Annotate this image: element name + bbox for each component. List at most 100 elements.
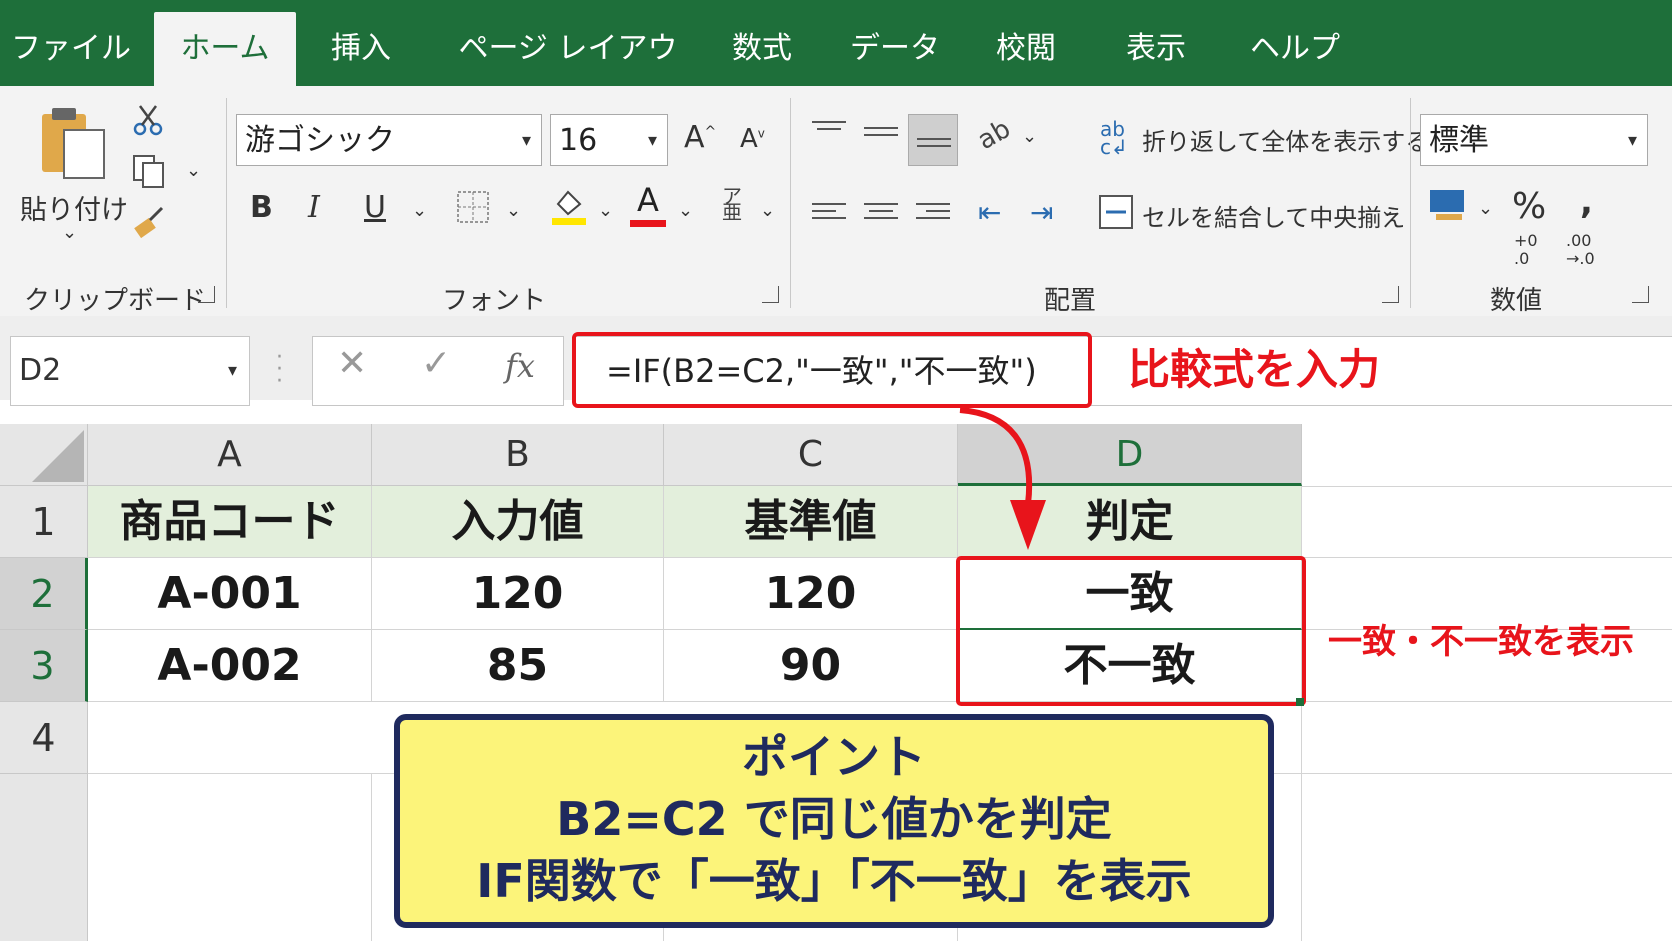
ribbon-tab-bar: ファイル ホーム 挿入 ページ レイアウト 数式 データ 校閲 表示 ヘルプ	[0, 0, 1672, 140]
paste-dropdown-icon[interactable]: ⌄	[62, 222, 77, 243]
orientation-dropdown-icon[interactable]: ⌄	[1022, 126, 1037, 147]
merge-dropdown-icon[interactable]: ⌄	[1380, 200, 1395, 221]
column-header-a[interactable]: A	[88, 424, 372, 486]
wrap-text-icon[interactable]: ab c↲	[1100, 119, 1128, 157]
cell-c2[interactable]: 120	[664, 558, 958, 630]
row-header-filler	[0, 774, 88, 941]
alignment-group-label: 配置	[1044, 286, 1097, 316]
column-header-b[interactable]: B	[372, 424, 664, 486]
formula-annotation: 比較式を入力	[1128, 345, 1381, 394]
formula-highlight-box	[572, 332, 1092, 408]
borders-icon[interactable]	[456, 190, 490, 228]
fill-handle[interactable]	[1296, 698, 1304, 706]
percent-style-button[interactable]: %	[1512, 186, 1546, 227]
borders-dropdown-icon[interactable]: ⌄	[506, 200, 521, 221]
format-painter-icon[interactable]	[132, 206, 166, 244]
font-launcher-icon[interactable]	[762, 286, 779, 303]
cell-c1[interactable]: 基準値	[664, 486, 958, 558]
merge-center-button[interactable]: セルを結合して中央揃え	[1142, 198, 1405, 233]
decrease-decimal-button[interactable]: .00 →.0	[1566, 232, 1595, 268]
alignment-launcher-icon[interactable]	[1382, 286, 1399, 303]
chevron-down-icon: ▾	[1627, 130, 1637, 151]
comma-style-button[interactable]: ,	[1580, 182, 1593, 222]
align-bottom-button[interactable]	[908, 114, 958, 166]
accounting-format-icon[interactable]	[1428, 188, 1466, 226]
point-line-1: B2=C2 で同じ値かを判定	[556, 792, 1112, 846]
copy-icon[interactable]	[132, 154, 166, 192]
italic-button[interactable]: I	[308, 190, 320, 225]
tab-insert[interactable]: 挿入	[306, 12, 416, 86]
font-color-dropdown-icon[interactable]: ⌄	[678, 200, 693, 221]
shrink-font-button[interactable]: Av	[740, 124, 765, 154]
chevron-down-icon: ▾	[227, 360, 237, 381]
cell-b1[interactable]: 入力値	[372, 486, 664, 558]
gridline	[1302, 557, 1672, 558]
clipboard-group-label: クリップボード	[24, 286, 207, 316]
tab-view[interactable]: 表示	[1106, 12, 1206, 86]
phonetic-dropdown-icon[interactable]: ⌄	[760, 200, 775, 221]
underline-dropdown-icon[interactable]: ⌄	[412, 200, 427, 221]
gridline	[1302, 486, 1672, 487]
grow-font-button[interactable]: A^	[684, 120, 716, 155]
align-left-icon[interactable]	[812, 198, 846, 228]
tab-data[interactable]: データ	[840, 12, 950, 86]
phonetic-icon[interactable]: ア亜	[722, 186, 742, 222]
bold-button[interactable]: B	[250, 190, 273, 225]
fill-color-dropdown-icon[interactable]: ⌄	[598, 200, 613, 221]
align-right-icon[interactable]	[916, 198, 950, 228]
tab-home[interactable]: ホーム	[154, 12, 296, 86]
result-highlight-box	[956, 556, 1306, 706]
cell-b3[interactable]: 85	[372, 630, 664, 702]
number-launcher-icon[interactable]	[1632, 286, 1649, 303]
gridline	[371, 774, 372, 941]
cell-a2[interactable]: A-001	[88, 558, 372, 630]
tab-help[interactable]: ヘルプ	[1240, 12, 1350, 86]
column-header-c[interactable]: C	[664, 424, 958, 486]
select-all-button[interactable]	[0, 424, 88, 486]
group-separator	[790, 98, 791, 308]
cell-a3[interactable]: A-002	[88, 630, 372, 702]
row-header-2[interactable]: 2	[0, 558, 88, 630]
name-box[interactable]: D2 ▾	[10, 336, 250, 406]
copy-dropdown-icon[interactable]: ⌄	[186, 160, 201, 181]
align-middle-icon[interactable]	[864, 122, 898, 152]
font-name-select[interactable]: 游ゴシック ▾	[236, 114, 542, 166]
more-icon: · · ·	[276, 345, 283, 394]
gridline	[1302, 701, 1672, 702]
align-center-icon[interactable]	[864, 198, 898, 228]
tab-review[interactable]: 校閲	[976, 12, 1076, 86]
group-separator	[1410, 98, 1411, 308]
cell-b2[interactable]: 120	[372, 558, 664, 630]
number-group-label: 数値	[1490, 286, 1543, 316]
clipboard-launcher-icon[interactable]	[198, 286, 215, 303]
tab-file[interactable]: ファイル	[6, 12, 136, 86]
orientation-icon[interactable]: ab	[973, 114, 1016, 156]
tab-formulas[interactable]: 数式	[712, 12, 812, 86]
point-line-2: IF関数で「一致」「不一致」を表示	[476, 854, 1192, 908]
font-size-select[interactable]: 16 ▾	[550, 114, 668, 166]
enter-icon[interactable]: ✓	[421, 343, 451, 384]
cancel-icon[interactable]: ✕	[337, 343, 367, 384]
decrease-indent-icon[interactable]: ⇤	[978, 196, 1001, 229]
point-callout: ポイント B2=C2 で同じ値かを判定 IF関数で「一致」「不一致」を表示	[394, 714, 1274, 928]
tab-page-layout[interactable]: ページ レイアウト	[448, 12, 688, 140]
cell-a1[interactable]: 商品コード	[88, 486, 372, 558]
font-color-icon[interactable]: A	[630, 184, 666, 227]
accounting-dropdown-icon[interactable]: ⌄	[1478, 198, 1493, 219]
align-top-icon[interactable]	[812, 116, 846, 146]
cut-icon[interactable]	[132, 104, 164, 140]
increase-decimal-button[interactable]: +0 .0	[1514, 232, 1538, 268]
row-header-4[interactable]: 4	[0, 702, 88, 774]
row-header-3[interactable]: 3	[0, 630, 88, 702]
underline-button[interactable]: U	[364, 190, 386, 225]
row-header-1[interactable]: 1	[0, 486, 88, 558]
fill-color-icon[interactable]	[550, 186, 588, 230]
merge-center-icon[interactable]	[1098, 194, 1134, 234]
paste-icon[interactable]	[38, 104, 110, 186]
increase-indent-icon[interactable]: ⇥	[1030, 196, 1053, 229]
cell-c3[interactable]: 90	[664, 630, 958, 702]
wrap-text-button[interactable]: 折り返して全体を表示する	[1142, 122, 1429, 157]
formula-buttons: ✕ ✓ fx	[312, 336, 564, 406]
insert-function-icon[interactable]: fx	[505, 347, 535, 385]
number-format-select[interactable]: 標準 ▾	[1420, 114, 1648, 166]
